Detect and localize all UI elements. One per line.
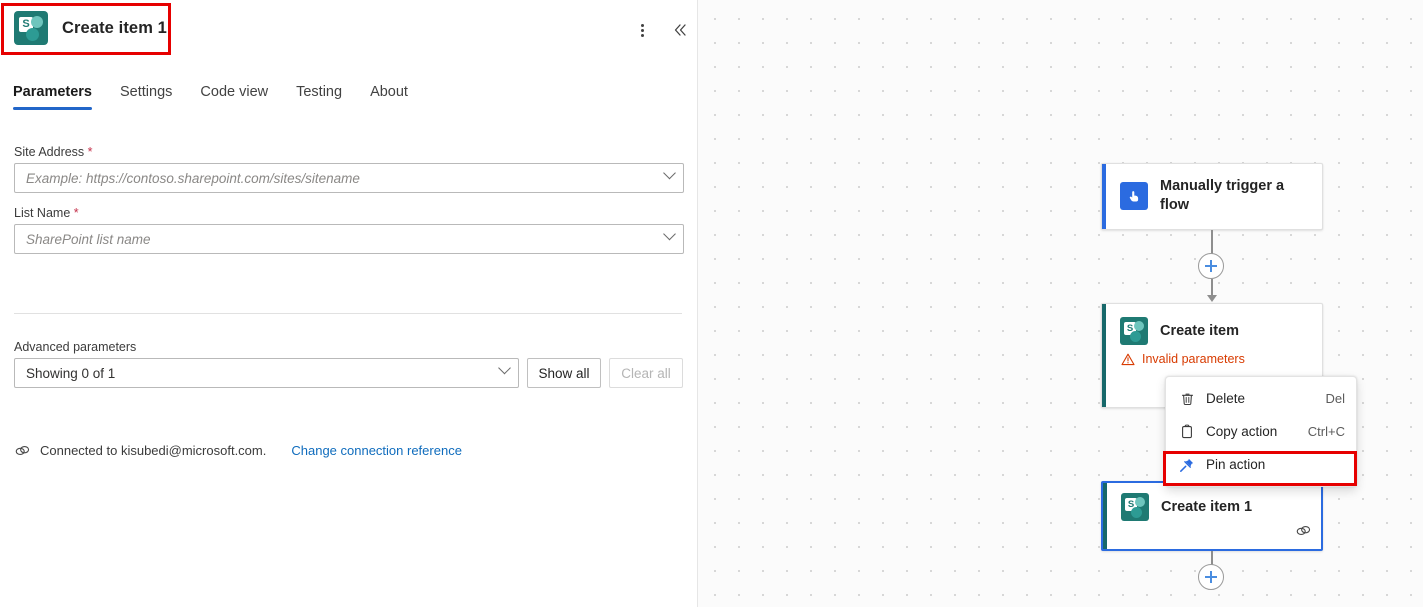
chevron-down-icon[interactable] xyxy=(663,167,676,180)
more-vertical-icon[interactable] xyxy=(630,18,654,42)
advanced-parameters-select[interactable]: Showing 0 of 1 xyxy=(14,358,519,388)
tab-settings[interactable]: Settings xyxy=(120,84,186,110)
show-all-button[interactable]: Show all xyxy=(527,358,601,388)
link-chain-icon xyxy=(14,444,31,458)
node-title: Create item 1 xyxy=(1161,498,1252,517)
pin-icon xyxy=(1177,457,1197,473)
node-title: Create item xyxy=(1160,322,1239,341)
menu-item-shortcut: Del xyxy=(1325,391,1345,406)
advanced-parameters-value: Showing 0 of 1 xyxy=(26,366,115,381)
add-step-button[interactable] xyxy=(1198,253,1224,279)
node-footer xyxy=(1295,524,1312,543)
panel-header: S Create item 1 xyxy=(0,0,698,58)
flow-node-create-item-1[interactable]: S Create item 1 xyxy=(1101,481,1323,551)
sharepoint-icon: S xyxy=(1121,493,1149,521)
advanced-parameters-section: Advanced parameters Showing 0 of 1 Show … xyxy=(0,340,698,388)
parameters-form: Site Address * Example: https://contoso.… xyxy=(0,145,698,267)
manual-trigger-icon xyxy=(1120,182,1148,210)
chevron-down-icon[interactable] xyxy=(498,362,511,375)
change-connection-reference-link[interactable]: Change connection reference xyxy=(291,443,462,458)
tab-code-view[interactable]: Code view xyxy=(200,84,282,110)
site-address-label: Site Address * xyxy=(14,145,684,159)
menu-item-shortcut: Ctrl+C xyxy=(1308,424,1345,439)
action-details-panel: S Create item 1 Parameters Settings Code xyxy=(0,0,698,607)
list-name-placeholder: SharePoint list name xyxy=(26,232,151,247)
menu-item-label: Pin action xyxy=(1206,457,1345,472)
flow-canvas[interactable]: Manually trigger a flow S Create item xyxy=(698,0,1423,607)
sharepoint-icon: S xyxy=(1120,317,1148,345)
required-marker: * xyxy=(88,145,93,159)
connector-arrow-icon xyxy=(1207,295,1217,302)
app-root: S Create item 1 Parameters Settings Code xyxy=(0,0,1423,607)
chevron-double-left-icon[interactable] xyxy=(668,18,692,42)
connection-text: Connected to kisubedi@microsoft.com. xyxy=(40,443,266,458)
page-title: Create item 1 xyxy=(62,19,167,38)
site-address-placeholder: Example: https://contoso.sharepoint.com/… xyxy=(26,171,360,186)
link-chain-icon xyxy=(1295,524,1312,538)
add-step-button[interactable] xyxy=(1198,564,1224,590)
menu-item-label: Delete xyxy=(1206,391,1325,406)
panel-title-group: S Create item 1 xyxy=(14,11,167,45)
node-header: Manually trigger a flow xyxy=(1102,164,1322,215)
node-context-menu: Delete Del Copy action Ctrl+C xyxy=(1165,376,1357,487)
menu-item-copy-action[interactable]: Copy action Ctrl+C xyxy=(1166,415,1356,448)
field-site-address: Site Address * Example: https://contoso.… xyxy=(0,145,698,193)
sharepoint-icon: S xyxy=(14,11,48,45)
node-accent-bar xyxy=(1102,304,1106,407)
panel-tabs: Parameters Settings Code view Testing Ab… xyxy=(0,84,698,122)
tab-testing[interactable]: Testing xyxy=(296,84,356,110)
menu-item-delete[interactable]: Delete Del xyxy=(1166,382,1356,415)
node-error-status: Invalid parameters xyxy=(1102,345,1322,366)
required-marker: * xyxy=(74,206,79,220)
node-accent-bar xyxy=(1102,164,1106,229)
node-error-text: Invalid parameters xyxy=(1142,352,1245,366)
trash-icon xyxy=(1177,391,1197,407)
list-name-input[interactable]: SharePoint list name xyxy=(14,224,684,254)
advanced-parameters-row: Showing 0 of 1 Show all Clear all xyxy=(0,358,698,388)
tab-parameters[interactable]: Parameters xyxy=(13,84,106,110)
connection-status: Connected to kisubedi@microsoft.com. Cha… xyxy=(14,443,462,458)
advanced-parameters-label: Advanced parameters xyxy=(0,340,698,354)
site-address-input[interactable]: Example: https://contoso.sharepoint.com/… xyxy=(14,163,684,193)
warning-triangle-icon xyxy=(1121,353,1135,366)
list-name-label: List Name * xyxy=(14,206,684,220)
menu-item-pin-action[interactable]: Pin action xyxy=(1166,448,1356,481)
node-header: S Create item 1 xyxy=(1103,483,1321,521)
clear-all-button: Clear all xyxy=(609,358,683,388)
flow-node-manually-trigger-a-flow[interactable]: Manually trigger a flow xyxy=(1101,163,1323,230)
node-title: Manually trigger a flow xyxy=(1160,177,1308,215)
node-accent-bar xyxy=(1103,483,1107,549)
chevron-down-icon[interactable] xyxy=(663,228,676,241)
connector-line xyxy=(1211,551,1213,565)
node-header: S Create item xyxy=(1102,304,1322,345)
form-divider xyxy=(14,313,682,314)
menu-item-label: Copy action xyxy=(1206,424,1308,439)
field-list-name: List Name * SharePoint list name xyxy=(0,206,698,254)
tab-about[interactable]: About xyxy=(370,84,422,110)
clipboard-icon xyxy=(1177,424,1197,440)
